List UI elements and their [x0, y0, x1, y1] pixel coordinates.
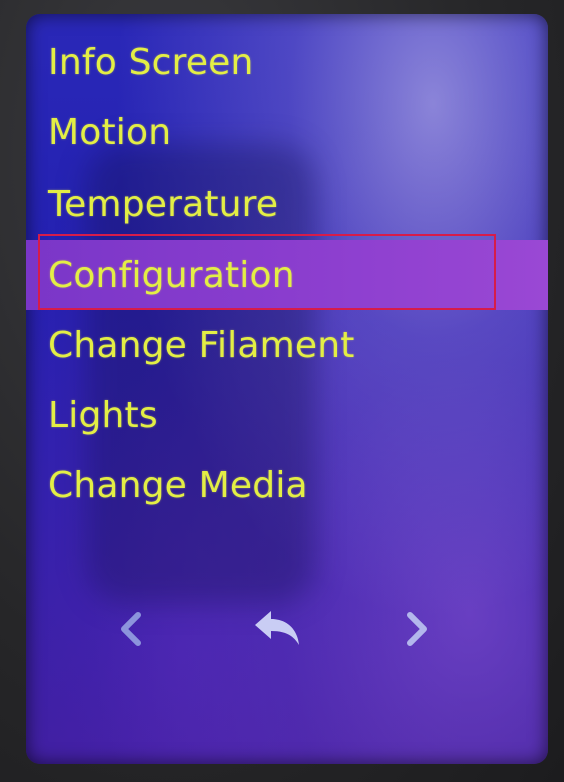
menu-item-label: Info Screen — [48, 41, 254, 83]
menu-item-label: Configuration — [48, 254, 295, 296]
next-page-button[interactable] — [387, 604, 447, 654]
back-arrow-icon — [255, 611, 299, 645]
menu-item-configuration[interactable]: Configuration — [26, 240, 548, 310]
menu-item-lights[interactable]: Lights — [26, 380, 548, 450]
prev-page-button[interactable] — [101, 604, 161, 654]
menu-item-motion[interactable]: Motion — [26, 97, 548, 167]
menu-item-label: Change Media — [48, 464, 308, 506]
menu-item-label: Change Filament — [48, 324, 355, 366]
back-button[interactable] — [247, 604, 307, 654]
menu-item-change-filament[interactable]: Change Filament — [26, 310, 548, 380]
menu-item-temperature[interactable]: Temperature — [26, 169, 548, 239]
chevron-right-icon — [407, 612, 427, 646]
lcd-screen: Info Screen Motion Temperature Configura… — [26, 14, 548, 764]
chevron-left-icon — [121, 612, 141, 646]
menu-item-label: Motion — [48, 111, 172, 153]
device-bezel: Info Screen Motion Temperature Configura… — [0, 0, 564, 782]
menu-item-label: Lights — [48, 394, 158, 436]
menu-item-info-screen[interactable]: Info Screen — [26, 27, 548, 97]
menu-item-change-media[interactable]: Change Media — [26, 450, 548, 520]
menu-item-label: Temperature — [48, 183, 279, 225]
